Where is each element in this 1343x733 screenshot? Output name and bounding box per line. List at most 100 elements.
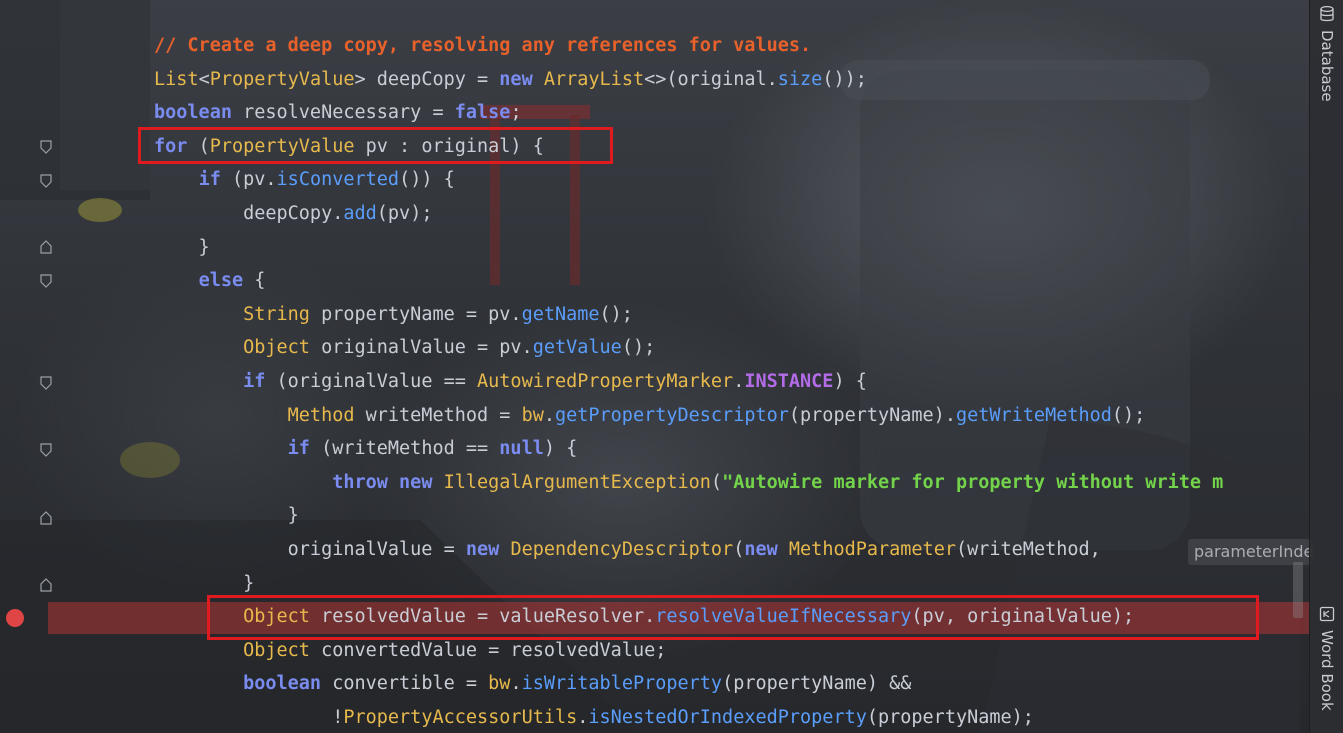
code-token: ) { <box>543 438 578 460</box>
code-line[interactable]: // Create a deep copy, resolving any ref… <box>154 29 811 62</box>
code-token: else <box>198 270 255 292</box>
code-token: (pv); <box>376 203 433 224</box>
code-token: INSTANCE <box>744 371 834 392</box>
code-line[interactable]: if (writeMethod == null) { <box>154 432 578 465</box>
code-token: <>(original. <box>644 68 778 90</box>
code-token: (originalValue == <box>276 371 478 392</box>
code-line[interactable]: List<PropertyValue> deepCopy = new Array… <box>154 63 867 96</box>
code-line[interactable]: Object originalValue = pv.getValue(); <box>154 331 655 364</box>
code-token: { <box>254 270 266 292</box>
fold-marker-icon[interactable] <box>40 274 52 288</box>
code-line[interactable]: else { <box>154 264 266 297</box>
code-token: null <box>499 438 544 460</box>
tool-tab-label: Database <box>1318 30 1336 102</box>
code-token: . <box>733 371 745 392</box>
code-token: IllegalArgumentException <box>443 471 711 493</box>
code-token: add <box>343 203 377 224</box>
code-token: new <box>465 539 511 560</box>
code-token: ( <box>733 539 745 560</box>
code-token: resolveNecessary = <box>243 102 455 124</box>
code-token: propertyName = pv. <box>309 303 522 325</box>
code-token: PropertyValue <box>209 68 355 90</box>
code-line[interactable]: if (originalValue == AutowiredPropertyMa… <box>154 365 867 398</box>
code-token: getWriteMethod <box>955 404 1112 426</box>
code-token: (); <box>621 337 656 359</box>
code-line[interactable]: Method writeMethod = bw.getPropertyDescr… <box>154 399 1146 432</box>
code-token: bw <box>488 673 511 695</box>
code-line[interactable]: } <box>154 231 210 264</box>
fold-end-icon[interactable] <box>40 511 52 525</box>
tool-tab-word-book[interactable]: Word Book <box>1312 606 1342 711</box>
code-token: DependencyDescriptor <box>510 539 734 560</box>
fold-end-icon[interactable] <box>40 578 52 592</box>
code-token: (propertyName) && <box>722 673 912 695</box>
code-token: new <box>744 539 789 560</box>
code-token: MethodParameter <box>788 539 956 560</box>
code-token: ; <box>510 102 522 124</box>
code-token: } <box>154 236 210 258</box>
code-line[interactable]: boolean resolveNecessary = false; <box>154 96 522 129</box>
code-token: ()); <box>822 68 867 90</box>
code-token: Method <box>287 404 355 426</box>
code-token: deepCopy. <box>154 203 344 224</box>
code-line[interactable]: if (pv.isConverted()) { <box>154 163 455 196</box>
fold-marker-icon[interactable] <box>40 443 52 457</box>
tool-tab-label: Word Book <box>1318 630 1336 711</box>
code-token: (writeMethod, <box>955 539 1112 560</box>
code-token: boolean <box>243 673 333 695</box>
code-line[interactable]: deepCopy.add(pv); <box>154 197 432 230</box>
code-token: isNestedOrIndexedProperty <box>588 707 867 728</box>
code-token: (writeMethod == <box>321 438 500 460</box>
word-book-icon <box>1319 606 1335 626</box>
code-line[interactable]: throw new IllegalArgumentException("Auto… <box>154 466 1223 499</box>
code-token: ! <box>154 707 344 728</box>
code-token: false <box>454 102 511 124</box>
code-line[interactable]: originalValue = new DependencyDescriptor… <box>154 533 1112 566</box>
code-token: String <box>243 303 310 325</box>
code-token: // Create a deep copy, resolving any ref… <box>154 35 812 56</box>
code-token: ) { <box>833 371 867 392</box>
tool-tab-database[interactable]: Database <box>1312 5 1342 102</box>
database-icon <box>1320 5 1334 26</box>
fold-end-icon[interactable] <box>40 240 52 254</box>
code-token: (propertyName); <box>866 707 1034 728</box>
vertical-scrollbar[interactable] <box>1293 562 1303 618</box>
code-token: originalValue = <box>154 539 466 560</box>
code-token: . <box>543 404 555 426</box>
fold-marker-icon[interactable] <box>40 174 52 188</box>
code-token: ( <box>710 471 723 493</box>
code-token: "Autowire marker for property without wr… <box>722 471 1224 493</box>
code-line[interactable]: !PropertyAccessorUtils.isNestedOrIndexed… <box>154 701 1034 733</box>
code-token: Object <box>243 639 310 661</box>
code-token: if <box>287 438 322 460</box>
fold-marker-icon[interactable] <box>40 376 52 390</box>
code-token: } <box>154 505 299 527</box>
code-token: getPropertyDescriptor <box>554 404 789 426</box>
code-token: (); <box>599 303 633 325</box>
code-token: if <box>198 169 232 191</box>
code-token: ArrayList <box>543 68 645 90</box>
code-token: getValue <box>532 337 622 359</box>
code-token: convertible = <box>332 673 489 695</box>
code-token: originalValue = pv. <box>309 337 533 359</box>
fold-marker-icon[interactable] <box>40 140 52 154</box>
annotation-box-for-loop <box>138 127 613 164</box>
breakpoint-icon[interactable] <box>6 609 24 627</box>
code-token: (propertyName). <box>788 404 956 426</box>
code-line[interactable]: } <box>154 499 299 532</box>
code-token: boolean <box>154 102 244 124</box>
code-line[interactable]: boolean convertible = bw.isWritablePrope… <box>154 667 911 700</box>
code-token: . <box>577 707 589 728</box>
code-token: new <box>499 68 544 90</box>
code-token: writeMethod = <box>354 404 522 426</box>
code-line[interactable]: String propertyName = pv.getName(); <box>154 298 633 331</box>
code-token: bw <box>521 404 544 426</box>
code-token: (pv. <box>231 169 277 191</box>
